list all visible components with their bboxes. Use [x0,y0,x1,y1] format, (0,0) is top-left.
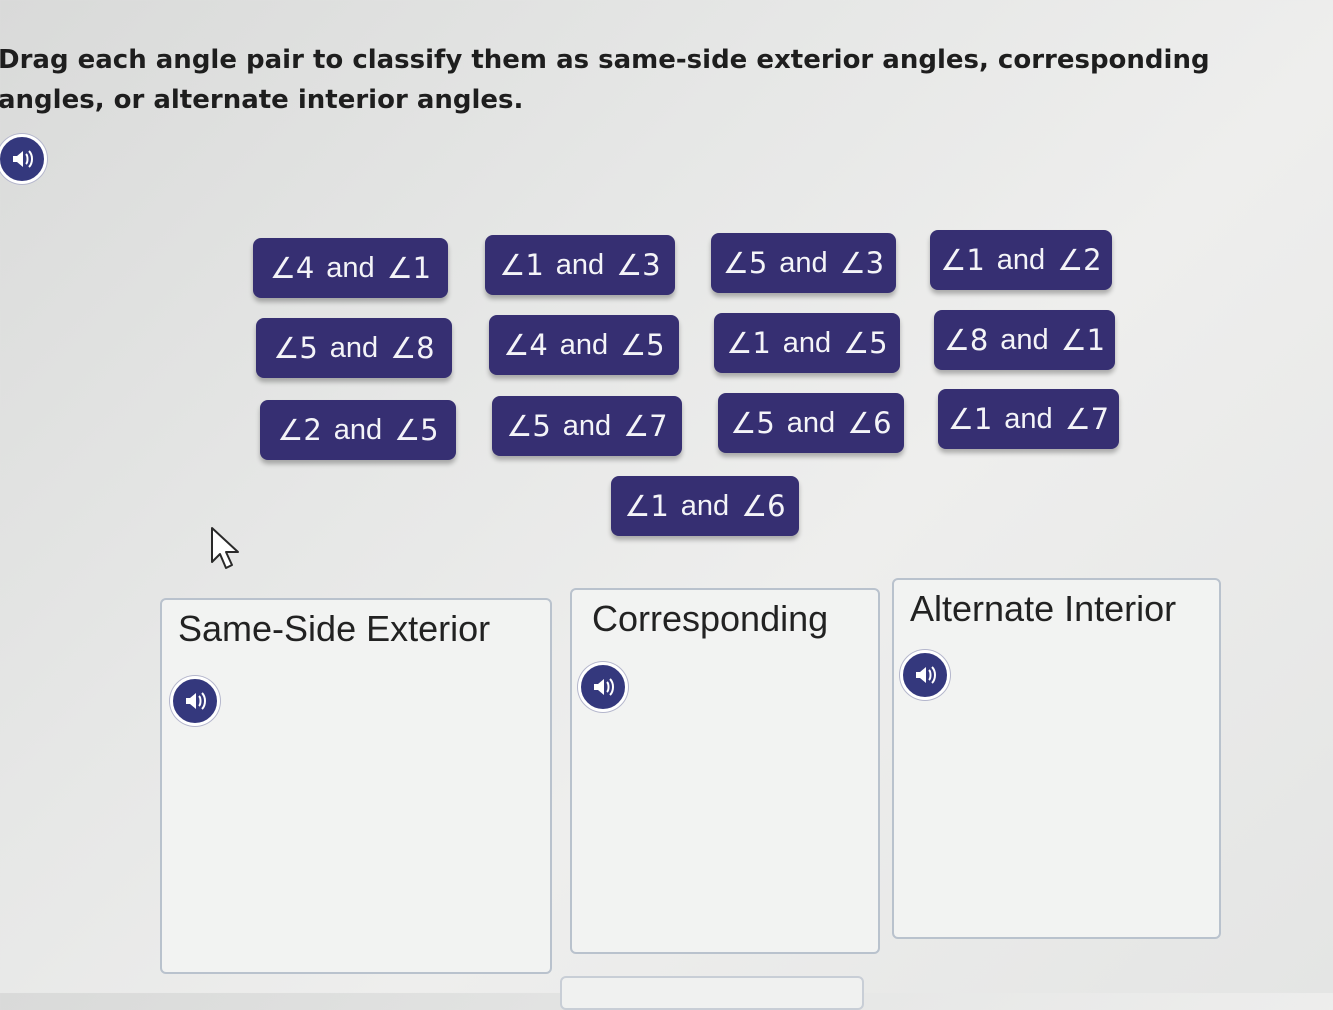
drop-zone-alternate-interior[interactable]: Alternate Interior [892,578,1221,939]
and-label: and [333,413,383,446]
angle-label: ∠1 [499,248,544,282]
and-label: and [326,251,375,284]
and-label: and [1000,323,1049,356]
angle-pair-tile[interactable]: ∠5 and ∠7 [492,396,682,456]
and-label: and [555,248,605,281]
next-panel-edge [560,976,864,1010]
bin-title: Same-Side Exterior [178,608,491,649]
angle-label: ∠6 [847,406,892,440]
angle-label: ∠1 [386,251,432,285]
angle-label: ∠4 [269,251,315,285]
angle-label: ∠7 [1064,402,1110,436]
angle-pair-tile[interactable]: ∠5 and ∠8 [256,318,452,378]
angle-label: ∠1 [624,489,669,523]
angle-pair-tile[interactable]: ∠1 and ∠7 [938,389,1119,449]
angle-label: ∠5 [620,328,665,362]
angle-label: ∠3 [616,248,661,282]
and-label: and [786,406,836,439]
and-label: and [1004,402,1053,435]
angle-pair-tile[interactable]: ∠4 and ∠1 [253,238,448,298]
angle-pair-tile[interactable]: ∠2 and ∠5 [260,400,456,460]
angle-label: ∠1 [940,243,985,277]
angle-label: ∠1 [1060,323,1106,357]
angle-pair-tile[interactable]: ∠1 and ∠5 [714,313,900,373]
angle-label: ∠7 [623,409,668,443]
angle-label: ∠5 [843,326,888,360]
angle-label: ∠5 [730,406,775,440]
angle-label: ∠3 [839,246,885,280]
angle-label: ∠1 [726,326,771,360]
angle-label: ∠5 [394,413,439,447]
and-label: and [996,243,1046,276]
angle-pair-tile[interactable]: ∠1 and ∠2 [930,230,1112,290]
angle-label: ∠5 [273,331,318,365]
bin-title: Alternate Interior [910,588,1177,629]
angle-label: ∠1 [947,402,993,436]
and-label: and [680,489,730,522]
angle-label: ∠8 [943,323,989,357]
and-label: and [562,409,612,442]
speaker-icon[interactable] [578,662,628,712]
and-label: and [779,246,828,279]
speaker-icon[interactable] [170,676,220,726]
angle-label: ∠2 [277,413,322,447]
angle-label: ∠5 [506,409,551,443]
angle-label: ∠8 [390,331,435,365]
angle-label: ∠6 [741,489,786,523]
and-label: and [559,328,609,361]
angle-label: ∠5 [722,246,768,280]
instructions-text: Drag each angle pair to classify them as… [0,45,1210,115]
and-label: and [782,326,832,359]
speaker-icon[interactable] [900,650,950,700]
bin-title: Corresponding [592,598,829,639]
drop-zone-corresponding[interactable]: Corresponding [570,588,880,954]
angle-pair-tile[interactable]: ∠5 and ∠3 [711,233,896,293]
angle-label: ∠4 [503,328,548,362]
mouse-pointer-icon [211,527,239,569]
angle-pair-tile[interactable]: ∠4 and ∠5 [489,315,679,375]
and-label: and [329,331,379,364]
angle-label: ∠2 [1057,243,1102,277]
drop-zone-same-side-exterior[interactable]: Same-Side Exterior [160,598,552,974]
angle-pair-tile[interactable]: ∠1 and ∠3 [485,235,675,295]
angle-pair-tile[interactable]: ∠5 and ∠6 [718,393,904,453]
angle-pair-tile[interactable]: ∠8 and ∠1 [934,310,1115,370]
speaker-icon[interactable] [0,134,47,184]
angle-pair-tile[interactable]: ∠1 and ∠6 [611,476,799,536]
